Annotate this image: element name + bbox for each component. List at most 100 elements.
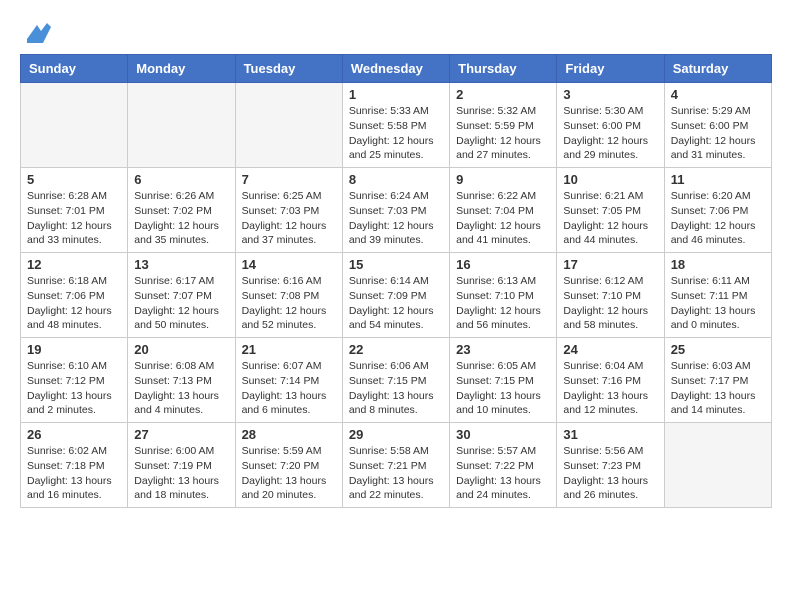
calendar-cell: 23Sunrise: 6:05 AM Sunset: 7:15 PM Dayli…: [450, 338, 557, 423]
weekday-header-row: SundayMondayTuesdayWednesdayThursdayFrid…: [21, 55, 772, 83]
day-number: 27: [134, 427, 228, 442]
day-info: Sunrise: 5:58 AM Sunset: 7:21 PM Dayligh…: [349, 444, 443, 503]
day-number: 6: [134, 172, 228, 187]
day-number: 13: [134, 257, 228, 272]
calendar-cell: 30 Sunrise: 5:57 AM Sunset: 7:22 PM Dayli…: [450, 423, 557, 508]
day-number: 2: [456, 87, 550, 102]
day-info: Sunrise: 6:11 AM Sunset: 7:11 PM Dayligh…: [671, 274, 765, 333]
calendar-cell: 31 Sunrise: 5:56 AM Sunset: 7:23 PM Dayli…: [557, 423, 664, 508]
day-number: 25: [671, 342, 765, 357]
calendar-week-row: 5 Sunrise: 6:28 AM Sunset: 7:01 PM Daylig…: [21, 168, 772, 253]
calendar-week-row: 12 Sunrise: 6:18 AM Sunset: 7:06 PM Dayli…: [21, 253, 772, 338]
calendar-week-row: 26Sunrise: 6:02 AM Sunset: 7:18 PM Dayli…: [21, 423, 772, 508]
day-info: Sunrise: 5:59 AM Sunset: 7:20 PM Dayligh…: [242, 444, 336, 503]
calendar-cell: 27 Sunrise: 6:00 AM Sunset: 7:19 PM Dayli…: [128, 423, 235, 508]
calendar-cell: 18 Sunrise: 6:11 AM Sunset: 7:11 PM Dayli…: [664, 253, 771, 338]
day-number: 9: [456, 172, 550, 187]
day-info: Sunrise: 6:00 AM Sunset: 7:19 PM Dayligh…: [134, 444, 228, 503]
day-number: 4: [671, 87, 765, 102]
weekday-header-monday: Monday: [128, 55, 235, 83]
weekday-header-saturday: Saturday: [664, 55, 771, 83]
day-number: 8: [349, 172, 443, 187]
day-number: 19: [27, 342, 121, 357]
day-info: Sunrise: 6:07 AM Sunset: 7:14 PM Dayligh…: [242, 359, 336, 418]
day-number: 20: [134, 342, 228, 357]
day-info: Sunrise: 6:22 AM Sunset: 7:04 PM Dayligh…: [456, 189, 550, 248]
day-info: Sunrise: 6:18 AM Sunset: 7:06 PM Dayligh…: [27, 274, 121, 333]
calendar-cell: 6Sunrise: 6:26 AM Sunset: 7:02 PM Daylig…: [128, 168, 235, 253]
day-number: 29: [349, 427, 443, 442]
calendar-cell: 19 Sunrise: 6:10 AM Sunset: 7:12 PM Dayli…: [21, 338, 128, 423]
day-number: 24: [563, 342, 657, 357]
calendar-table: SundayMondayTuesdayWednesdayThursdayFrid…: [20, 54, 772, 508]
calendar-cell: 21Sunrise: 6:07 AM Sunset: 7:14 PM Dayli…: [235, 338, 342, 423]
calendar-cell: 5 Sunrise: 6:28 AM Sunset: 7:01 PM Daylig…: [21, 168, 128, 253]
day-info: Sunrise: 6:02 AM Sunset: 7:18 PM Dayligh…: [27, 444, 121, 503]
weekday-header-friday: Friday: [557, 55, 664, 83]
calendar-cell: 7Sunrise: 6:25 AM Sunset: 7:03 PM Daylig…: [235, 168, 342, 253]
day-info: Sunrise: 6:21 AM Sunset: 7:05 PM Dayligh…: [563, 189, 657, 248]
weekday-header-tuesday: Tuesday: [235, 55, 342, 83]
day-number: 12: [27, 257, 121, 272]
calendar-cell: 3Sunrise: 5:30 AM Sunset: 6:00 PM Daylig…: [557, 83, 664, 168]
day-info: Sunrise: 5:57 AM Sunset: 7:22 PM Dayligh…: [456, 444, 550, 503]
day-info: Sunrise: 5:56 AM Sunset: 7:23 PM Dayligh…: [563, 444, 657, 503]
day-number: 16: [456, 257, 550, 272]
calendar-cell: 20 Sunrise: 6:08 AM Sunset: 7:13 PM Dayli…: [128, 338, 235, 423]
calendar-cell: [21, 83, 128, 168]
day-number: 30: [456, 427, 550, 442]
day-info: Sunrise: 6:12 AM Sunset: 7:10 PM Dayligh…: [563, 274, 657, 333]
day-number: 11: [671, 172, 765, 187]
calendar-cell: 25 Sunrise: 6:03 AM Sunset: 7:17 PM Dayli…: [664, 338, 771, 423]
calendar-cell: [128, 83, 235, 168]
day-number: 1: [349, 87, 443, 102]
weekday-header-thursday: Thursday: [450, 55, 557, 83]
calendar-cell: 28 Sunrise: 5:59 AM Sunset: 7:20 PM Dayli…: [235, 423, 342, 508]
calendar-week-row: 1 Sunrise: 5:33 AM Sunset: 5:58 PM Daylig…: [21, 83, 772, 168]
day-number: 22: [349, 342, 443, 357]
day-info: Sunrise: 6:28 AM Sunset: 7:01 PM Dayligh…: [27, 189, 121, 248]
day-number: 15: [349, 257, 443, 272]
calendar-cell: [664, 423, 771, 508]
day-number: 14: [242, 257, 336, 272]
calendar-cell: 2 Sunrise: 5:32 AM Sunset: 5:59 PM Daylig…: [450, 83, 557, 168]
page-header: [20, 20, 772, 44]
calendar-cell: 24 Sunrise: 6:04 AM Sunset: 7:16 PM Dayli…: [557, 338, 664, 423]
day-number: 7: [242, 172, 336, 187]
day-number: 28: [242, 427, 336, 442]
calendar-week-row: 19 Sunrise: 6:10 AM Sunset: 7:12 PM Dayli…: [21, 338, 772, 423]
calendar-cell: 8 Sunrise: 6:24 AM Sunset: 7:03 PM Daylig…: [342, 168, 449, 253]
day-info: Sunrise: 6:24 AM Sunset: 7:03 PM Dayligh…: [349, 189, 443, 248]
day-number: 5: [27, 172, 121, 187]
calendar-cell: 10Sunrise: 6:21 AM Sunset: 7:05 PM Dayli…: [557, 168, 664, 253]
day-info: Sunrise: 6:20 AM Sunset: 7:06 PM Dayligh…: [671, 189, 765, 248]
day-number: 18: [671, 257, 765, 272]
logo-bird-icon: [23, 21, 51, 43]
day-info: Sunrise: 6:16 AM Sunset: 7:08 PM Dayligh…: [242, 274, 336, 333]
day-info: Sunrise: 6:14 AM Sunset: 7:09 PM Dayligh…: [349, 274, 443, 333]
day-info: Sunrise: 5:30 AM Sunset: 6:00 PM Dayligh…: [563, 104, 657, 163]
calendar-cell: 15 Sunrise: 6:14 AM Sunset: 7:09 PM Dayli…: [342, 253, 449, 338]
day-info: Sunrise: 5:32 AM Sunset: 5:59 PM Dayligh…: [456, 104, 550, 163]
day-info: Sunrise: 6:06 AM Sunset: 7:15 PM Dayligh…: [349, 359, 443, 418]
calendar-cell: 22 Sunrise: 6:06 AM Sunset: 7:15 PM Dayli…: [342, 338, 449, 423]
calendar-cell: 16Sunrise: 6:13 AM Sunset: 7:10 PM Dayli…: [450, 253, 557, 338]
calendar-cell: 4 Sunrise: 5:29 AM Sunset: 6:00 PM Daylig…: [664, 83, 771, 168]
day-info: Sunrise: 6:08 AM Sunset: 7:13 PM Dayligh…: [134, 359, 228, 418]
calendar-cell: [235, 83, 342, 168]
day-info: Sunrise: 5:29 AM Sunset: 6:00 PM Dayligh…: [671, 104, 765, 163]
day-number: 17: [563, 257, 657, 272]
day-number: 23: [456, 342, 550, 357]
calendar-cell: 29 Sunrise: 5:58 AM Sunset: 7:21 PM Dayli…: [342, 423, 449, 508]
logo: [20, 20, 51, 44]
calendar-cell: 12 Sunrise: 6:18 AM Sunset: 7:06 PM Dayli…: [21, 253, 128, 338]
calendar-cell: 17 Sunrise: 6:12 AM Sunset: 7:10 PM Dayli…: [557, 253, 664, 338]
day-info: Sunrise: 6:04 AM Sunset: 7:16 PM Dayligh…: [563, 359, 657, 418]
calendar-cell: 9 Sunrise: 6:22 AM Sunset: 7:04 PM Daylig…: [450, 168, 557, 253]
day-info: Sunrise: 6:10 AM Sunset: 7:12 PM Dayligh…: [27, 359, 121, 418]
day-info: Sunrise: 5:33 AM Sunset: 5:58 PM Dayligh…: [349, 104, 443, 163]
calendar-cell: 11 Sunrise: 6:20 AM Sunset: 7:06 PM Dayli…: [664, 168, 771, 253]
calendar-cell: 1 Sunrise: 5:33 AM Sunset: 5:58 PM Daylig…: [342, 83, 449, 168]
day-number: 31: [563, 427, 657, 442]
day-info: Sunrise: 6:03 AM Sunset: 7:17 PM Dayligh…: [671, 359, 765, 418]
